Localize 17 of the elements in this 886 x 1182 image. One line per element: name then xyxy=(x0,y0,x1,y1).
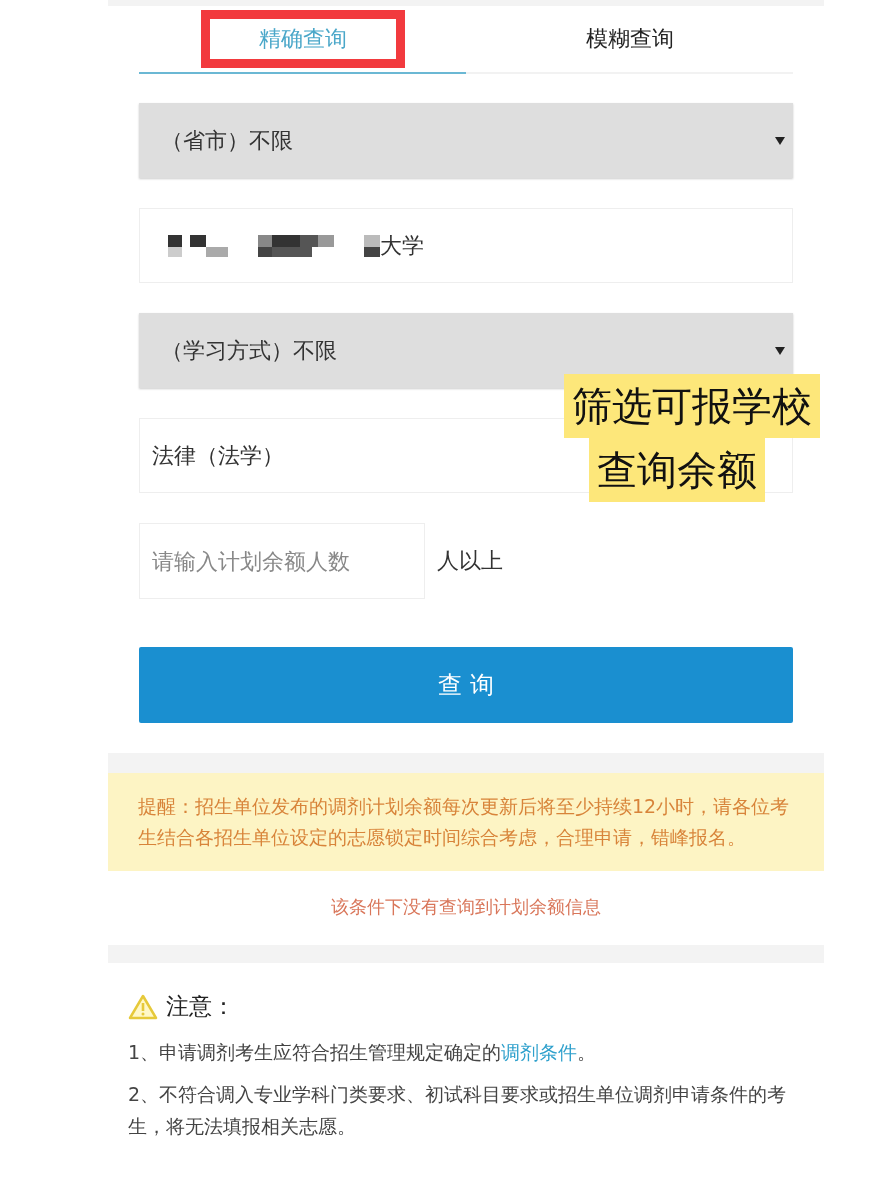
input-field[interactable]: 大学 xyxy=(139,208,793,283)
empty-message: 该条件下没有查询到计划余额信息 xyxy=(330,895,602,919)
quota-input[interactable]: 请输入计划余额人数 xyxy=(139,523,425,599)
warning-icon xyxy=(128,993,158,1020)
dropdown[interactable]: （学习方式）不限 xyxy=(139,313,793,388)
notice-title: 注意： xyxy=(166,992,235,1021)
caret-icon xyxy=(775,345,785,356)
caption: 筛选可报学校 xyxy=(564,374,820,438)
notice-item: 1、申请调剂考生应符合招生管理规定确定的调剂条件。 xyxy=(128,1040,598,1065)
caption: 查询余额 xyxy=(589,438,765,502)
caret-icon xyxy=(775,135,785,146)
reminder-text: 提醒：招生单位发布的调剂计划余额每次更新后将至少持续12小时，请各位考生结合各招生单位设定的志愿锁定时间综合考虑，合理申请，错峰报名。 xyxy=(108,773,824,871)
dropdown[interactable]: （省市）不限 xyxy=(139,103,793,178)
notice-item: 2、不符合调入专业学科门类要求、初试科目要求或招生单位调剂申请条件的考生，将无法填报相关志愿。 xyxy=(128,1082,788,1139)
tab[interactable]: 模糊查询 xyxy=(466,6,793,74)
query-button[interactable]: 查 询 xyxy=(139,647,793,723)
unit-label: 人以上 xyxy=(437,547,503,575)
